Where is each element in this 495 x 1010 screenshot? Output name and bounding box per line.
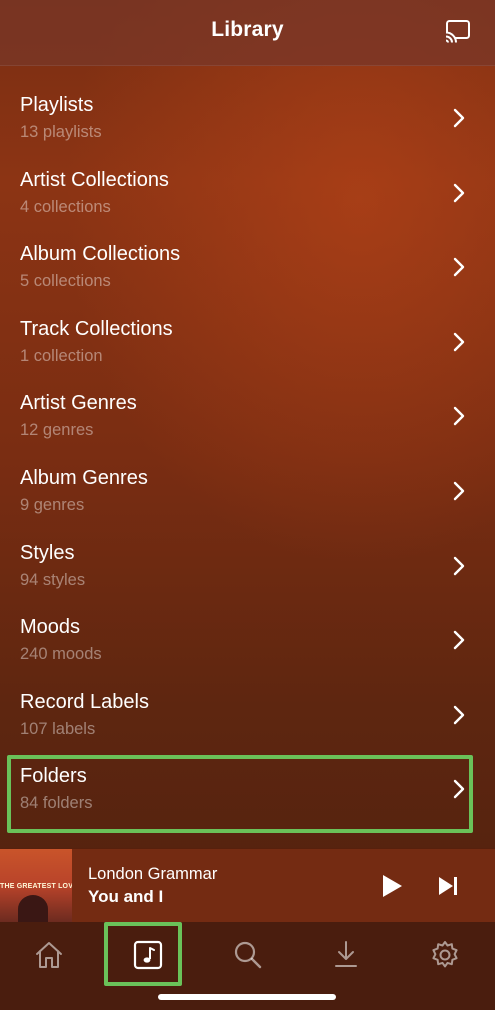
chevron-right-icon [453,705,465,724]
item-subtitle: 94 styles [20,570,86,589]
music-note-icon[interactable] [131,938,165,972]
play-icon[interactable] [380,873,404,899]
item-title: Album Collections [20,243,181,266]
item-subtitle: 1 collection [20,346,103,365]
list-item-album-genres[interactable]: Album Genres 9 genres [0,443,495,518]
item-subtitle: 240 moods [20,645,102,664]
mini-player[interactable]: THE GREATEST LOVE London Grammar You and… [0,848,495,923]
chevron-right-icon [453,183,465,202]
item-title: Folders [20,765,87,788]
tab-bar [0,922,495,1010]
item-subtitle: 84 folders [20,794,93,813]
list-item-album-collections[interactable]: Album Collections 5 collections [0,219,495,294]
gear-icon[interactable] [428,938,462,972]
item-title: Artist Genres [20,392,137,415]
list-item-artist-collections[interactable]: Artist Collections 4 collections [0,145,495,220]
item-subtitle: 107 labels [20,719,96,738]
cast-icon[interactable] [444,18,472,44]
chevron-right-icon [453,257,465,277]
search-icon[interactable] [231,938,265,972]
now-playing-artist: London Grammar [88,865,218,883]
list-item-artist-genres[interactable]: Artist Genres 12 genres [0,368,495,443]
chevron-right-icon [453,481,465,501]
skip-next-icon[interactable] [436,874,460,898]
list-item-track-collections[interactable]: Track Collections 1 collection [0,294,495,369]
item-title: Moods [20,616,81,639]
item-title: Playlists [20,94,94,116]
item-subtitle: 12 genres [20,421,94,440]
library-list: Playlists 13 playlists Artist Collection… [0,70,495,816]
item-title: Track Collections [20,317,173,340]
chevron-right-icon [453,332,465,351]
list-item-record-labels[interactable]: Record Labels 107 labels [0,667,495,742]
library-screen: Library Playlists 13 playlists Artist Co… [0,0,495,1010]
item-subtitle: 4 collections [20,197,111,216]
chevron-right-icon [453,780,465,799]
album-art: THE GREATEST LOVE [0,849,72,923]
list-item-styles[interactable]: Styles 94 styles [0,518,495,593]
now-playing-title: You and I [88,887,164,906]
home-icon[interactable] [32,938,66,972]
album-art-figure [18,895,48,923]
chevron-right-icon [453,407,465,426]
page-title: Library [211,18,284,41]
list-item-folders[interactable]: Folders 84 folders [0,741,495,816]
chevron-right-icon [453,108,465,128]
item-title: Artist Collections [20,168,169,191]
list-item-moods[interactable]: Moods 240 moods [0,592,495,667]
item-subtitle: 9 genres [20,495,85,514]
item-title: Styles [20,541,75,564]
album-art-text: THE GREATEST LOVE [0,883,72,890]
top-bar: Library [0,0,495,66]
item-subtitle: 5 collections [20,272,111,291]
item-title: Record Labels [20,690,149,713]
chevron-right-icon [453,630,465,650]
chevron-right-icon [453,556,465,575]
item-subtitle: 13 playlists [20,123,102,141]
download-icon[interactable] [329,938,363,972]
list-item-playlists[interactable]: Playlists 13 playlists [0,70,495,145]
item-title: Album Genres [20,466,148,489]
home-indicator [158,994,336,1000]
